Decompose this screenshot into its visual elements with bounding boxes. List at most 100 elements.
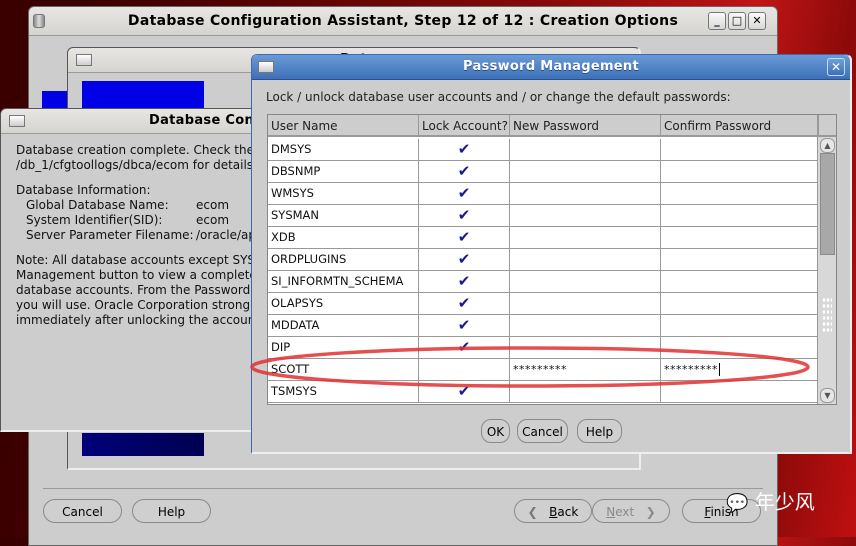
watermark-text: 年少风 xyxy=(754,490,815,514)
new-password-field[interactable] xyxy=(510,183,661,205)
scroll-up-arrow-icon[interactable]: ▲ xyxy=(820,138,835,153)
column-header-user-name[interactable]: User Name xyxy=(268,115,419,137)
cancel-button[interactable]: Cancel xyxy=(43,499,122,523)
confirm-password-field[interactable] xyxy=(661,183,818,205)
new-password-field[interactable]: ********* xyxy=(510,359,661,381)
new-password-field[interactable] xyxy=(510,161,661,183)
user-name-cell: SCOTT xyxy=(268,359,419,381)
minimize-button[interactable]: _ xyxy=(708,12,726,30)
help-button[interactable]: Help xyxy=(577,419,622,443)
table-row[interactable]: SYSMAN ✔ xyxy=(268,205,818,227)
password-titlebar[interactable]: Password Management ✕ xyxy=(252,55,850,80)
table-row[interactable]: DIP ✔ xyxy=(268,337,818,359)
lock-account-checkbox[interactable]: ✔ xyxy=(419,293,510,315)
ok-button[interactable]: OK xyxy=(481,419,510,443)
user-name-cell: DBSNMP xyxy=(268,161,419,183)
new-password-field[interactable] xyxy=(510,381,661,403)
note-line: database accounts. From the Password M xyxy=(16,283,265,297)
confirm-password-field[interactable] xyxy=(661,271,818,293)
new-password-field[interactable] xyxy=(510,249,661,271)
next-button[interactable]: Next ❯ xyxy=(592,499,670,523)
confirm-password-field[interactable]: ********* xyxy=(661,359,818,381)
new-password-field[interactable] xyxy=(510,293,661,315)
confirm-password-field[interactable] xyxy=(661,293,818,315)
cancel-button[interactable]: Cancel xyxy=(517,419,568,443)
confirm-password-field[interactable] xyxy=(661,381,818,403)
lock-account-checkbox[interactable]: ✔ xyxy=(419,337,510,359)
back-button[interactable]: ❮ Back xyxy=(514,499,592,523)
lock-account-checkbox[interactable]: ✔ xyxy=(419,271,510,293)
footer-separator xyxy=(43,488,763,489)
table-row[interactable]: XDB ✔ xyxy=(268,227,818,249)
new-password-field[interactable] xyxy=(510,227,661,249)
new-password-field[interactable] xyxy=(510,139,661,161)
table-row[interactable]: ORDPLUGINS ✔ xyxy=(268,249,818,271)
close-button[interactable]: ✕ xyxy=(827,58,845,76)
table-row[interactable]: DMSYS ✔ xyxy=(268,139,818,161)
info-label: System Identifier(SID): xyxy=(26,213,163,227)
main-titlebar[interactable]: Database Configuration Assistant, Step 1… xyxy=(29,7,777,36)
table-row[interactable]: SCOTT ********* ********* xyxy=(268,359,818,381)
info-value: ecom xyxy=(196,213,230,227)
new-password-field[interactable] xyxy=(510,271,661,293)
scroll-down-arrow-icon[interactable]: ▼ xyxy=(820,388,835,403)
back-label: Back xyxy=(549,505,579,519)
note-line: you will use. Oracle Corporation strongl… xyxy=(16,298,261,312)
table-row[interactable]: DBSNMP ✔ xyxy=(268,161,818,183)
column-header-lock-account[interactable]: Lock Account? xyxy=(419,115,510,137)
summary-titlebar[interactable]: Database Con xyxy=(1,109,259,134)
table-row[interactable]: OLAPSYS ✔ xyxy=(268,293,818,315)
help-button[interactable]: Help xyxy=(132,499,211,523)
table-row[interactable]: WMSYS ✔ xyxy=(268,183,818,205)
new-password-field[interactable] xyxy=(510,315,661,337)
scroll-grip-icon xyxy=(822,297,832,333)
new-password-field[interactable] xyxy=(510,337,661,359)
user-name-cell: SYSMAN xyxy=(268,205,419,227)
accounts-table: User Name Lock Account? New Password Con… xyxy=(267,114,837,405)
confirm-password-field[interactable] xyxy=(661,315,818,337)
info-heading: Database Information: xyxy=(16,183,151,197)
summary-title: Database Con xyxy=(149,113,255,128)
maximize-button[interactable]: □ xyxy=(728,12,746,30)
user-name-cell: OLAPSYS xyxy=(268,293,419,315)
scroll-thumb[interactable] xyxy=(820,153,835,255)
lock-account-checkbox[interactable]: ✔ xyxy=(419,161,510,183)
user-name-cell: ORDPLUGINS xyxy=(268,249,419,271)
confirm-password-field[interactable] xyxy=(661,161,818,183)
password-dialog-title: Password Management xyxy=(462,59,639,74)
info-value: ecom xyxy=(196,198,230,212)
lock-account-checkbox[interactable]: ✔ xyxy=(419,205,510,227)
confirm-password-field[interactable] xyxy=(661,227,818,249)
chevron-left-icon: ❮ xyxy=(527,505,550,519)
lock-account-checkbox[interactable]: ✔ xyxy=(419,315,510,337)
vertical-scrollbar[interactable]: ▲ ▼ xyxy=(817,137,836,404)
user-name-cell: DMSYS xyxy=(268,139,419,161)
lock-account-checkbox[interactable]: ✔ xyxy=(419,227,510,249)
summary-line: Database creation complete. Check the lo xyxy=(16,143,269,157)
window-menu-icon[interactable] xyxy=(9,115,25,127)
note-line: Management button to view a complete li xyxy=(16,268,268,282)
user-name-cell: WMSYS xyxy=(268,183,419,205)
lock-account-checkbox[interactable] xyxy=(419,359,510,381)
lock-account-checkbox[interactable]: ✔ xyxy=(419,381,510,403)
creation-summary-window: Database Con Database creation complete.… xyxy=(0,108,268,432)
lock-account-checkbox[interactable]: ✔ xyxy=(419,139,510,161)
column-header-new-password[interactable]: New Password xyxy=(510,115,661,137)
confirm-password-field[interactable] xyxy=(661,205,818,227)
next-label: Next xyxy=(606,505,635,519)
confirm-password-field[interactable] xyxy=(661,337,818,359)
table-row[interactable]: MDDATA ✔ xyxy=(268,315,818,337)
column-header-confirm-password[interactable]: Confirm Password xyxy=(661,115,818,137)
table-row[interactable]: TSMSYS ✔ xyxy=(268,381,818,403)
confirm-password-field[interactable] xyxy=(661,139,818,161)
close-button[interactable]: ✕ xyxy=(748,12,766,30)
lock-account-checkbox[interactable]: ✔ xyxy=(419,183,510,205)
new-password-field[interactable] xyxy=(510,205,661,227)
user-name-cell: MDDATA xyxy=(268,315,419,337)
lock-account-checkbox[interactable]: ✔ xyxy=(419,249,510,271)
progress-bar-bottom xyxy=(82,433,204,456)
info-value: /oracle/ap xyxy=(196,228,256,242)
confirm-password-field[interactable] xyxy=(661,249,818,271)
table-row[interactable]: SI_INFORMTN_SCHEMA ✔ xyxy=(268,271,818,293)
info-label: Global Database Name: xyxy=(26,198,169,212)
